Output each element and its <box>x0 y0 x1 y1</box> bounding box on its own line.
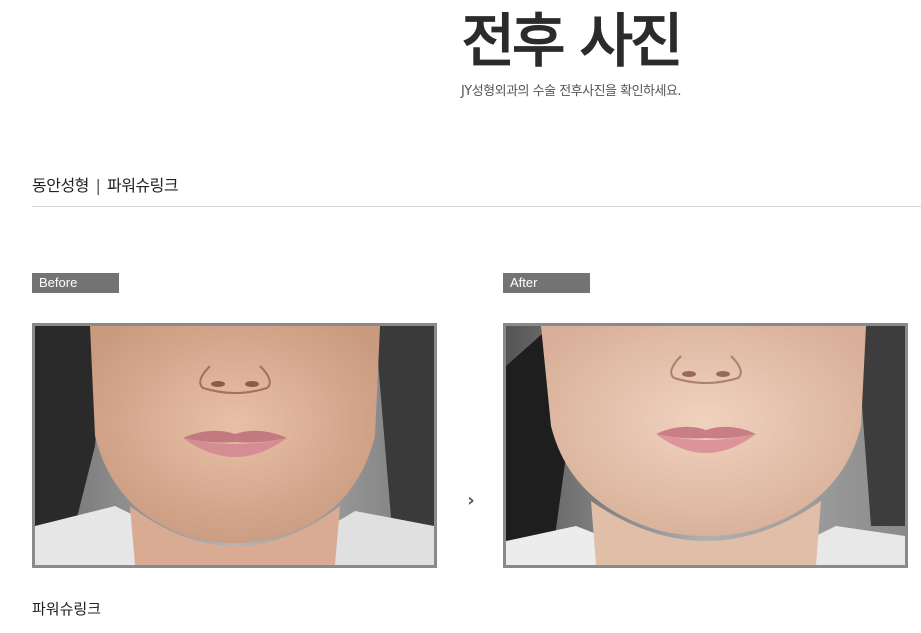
category-main[interactable]: 동안성형 <box>32 176 89 195</box>
after-face-image <box>506 326 905 565</box>
divider <box>32 206 921 207</box>
chevron-right-icon: › <box>467 490 475 511</box>
category-breadcrumb: 동안성형 | 파워슈링크 <box>32 172 179 196</box>
category-sub[interactable]: 파워슈링크 <box>107 176 179 195</box>
page: 전후 사진 JY성형외과의 수술 전후사진을 확인하세요. 동안성형 | 파워슈… <box>0 0 921 633</box>
before-badge: Before <box>32 273 119 293</box>
before-face-image <box>35 326 434 565</box>
category-separator: | <box>95 176 101 195</box>
page-title: 전후 사진 <box>461 7 684 75</box>
after-badge: After <box>503 273 590 293</box>
after-photo[interactable] <box>503 323 908 568</box>
page-subtitle: JY성형외과의 수술 전후사진을 확인하세요. <box>460 84 682 99</box>
photo-caption: 파워슈링크 <box>32 600 102 618</box>
before-photo[interactable] <box>32 323 437 568</box>
